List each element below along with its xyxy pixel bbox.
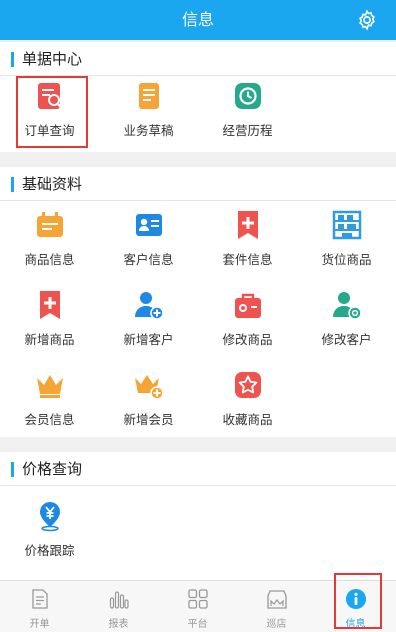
customer-info-button[interactable]: 客户信息 [99,199,198,279]
shelf-products-button[interactable]: 货位商品 [297,199,396,279]
add-product-button[interactable]: 新增商品 [0,279,99,359]
section-accent-bar [11,52,14,67]
edit-product-icon [235,293,261,318]
edit-customer-label: 修改客户 [321,332,372,347]
highlight-box-order-search [16,76,88,148]
bar-chart-icon [109,591,129,609]
member-info-button[interactable]: 会员信息 [0,359,99,439]
history-icon [235,83,261,109]
section-accent-bar [11,177,14,192]
tab-label: 开单 [29,619,50,630]
business-history-label: 经营历程 [222,123,273,138]
section-title: 基础资料 [22,175,83,193]
shelf-products-label: 货位商品 [321,252,372,267]
tab-store-patrol[interactable]: 巡店 [237,581,316,632]
tab-open-order[interactable]: 开单 [0,581,79,632]
add-member-icon [135,375,164,400]
app-header: 信息 [0,0,396,40]
bundle-info-label: 套件信息 [222,252,273,267]
add-customer-label: 新增客户 [123,332,174,347]
edit-product-label: 修改商品 [222,332,273,347]
add-customer-icon [135,292,164,320]
product-info-icon [37,212,63,237]
document-icon [32,589,48,609]
page-title: 信息 [181,10,214,29]
shelf-icon [332,210,362,240]
bundle-info-button[interactable]: 套件信息 [198,199,297,279]
add-product-icon [40,291,60,319]
edit-customer-icon [333,292,362,320]
section-price-query: 价格查询 价格跟踪 [0,452,396,580]
section-accent-bar [11,462,14,477]
favorite-icon [235,372,261,398]
draft-icon [139,83,159,109]
member-icon [37,375,63,398]
tab-platform[interactable]: 平台 [158,581,237,632]
section-title: 价格查询 [22,460,83,478]
customer-info-label: 客户信息 [123,252,174,267]
business-history-button[interactable]: 经营历程 [198,70,297,150]
business-draft-label: 业务草稿 [123,123,174,138]
business-draft-button[interactable]: 业务草稿 [99,70,198,150]
product-info-button[interactable]: 商品信息 [0,199,99,279]
tab-reports[interactable]: 报表 [79,581,158,632]
section-header: 基础资料 [0,167,396,201]
add-member-button[interactable]: 新增会员 [99,359,198,439]
highlight-box-info-tab [334,573,382,629]
bundle-icon [238,211,258,239]
product-info-label: 商品信息 [24,252,75,267]
edit-product-button[interactable]: 修改商品 [198,279,297,359]
add-product-label: 新增商品 [24,332,75,347]
grid-icon [188,589,208,609]
price-track-button[interactable]: 价格跟踪 [0,490,99,570]
gear-icon[interactable] [356,9,378,31]
edit-customer-button[interactable]: 修改客户 [297,279,396,359]
section-header: 价格查询 [0,452,396,486]
tab-label: 巡店 [266,619,287,630]
customer-info-icon [136,214,162,236]
section-basic-data: 基础资料 商品信息 客户信息 套件信息 货位商品 新增商品 新增客户 修改商品 … [0,167,396,437]
price-track-label: 价格跟踪 [24,543,75,558]
favorite-products-label: 收藏商品 [222,412,273,427]
favorite-products-button[interactable]: 收藏商品 [198,359,297,439]
member-info-label: 会员信息 [24,412,75,427]
price-track-icon [40,502,60,532]
tab-label: 平台 [187,619,208,630]
tab-label: 报表 [108,619,129,630]
store-icon [267,590,287,609]
add-customer-button[interactable]: 新增客户 [99,279,198,359]
add-member-label: 新增会员 [123,412,174,427]
